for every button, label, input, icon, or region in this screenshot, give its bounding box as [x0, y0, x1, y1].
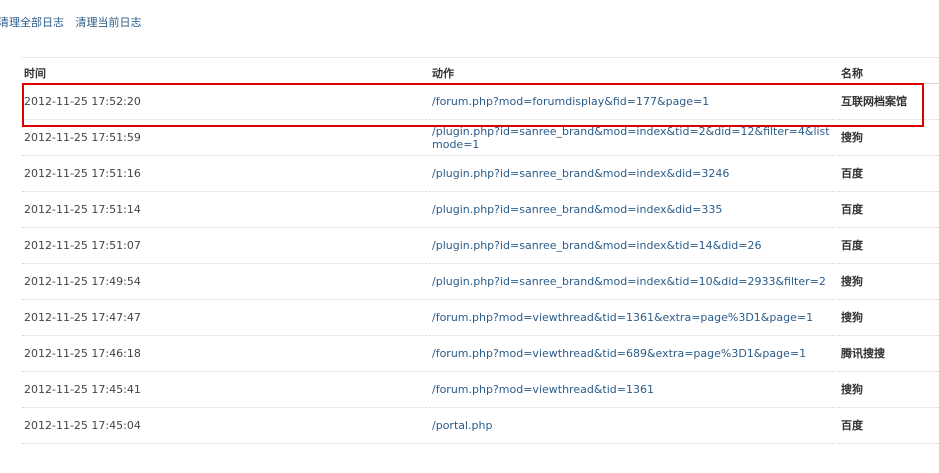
table-row: 2012-11-25 17:52:20 /forum.php?mod=forum…: [22, 83, 939, 120]
row-action-link[interactable]: /plugin.php?id=sanree_brand&mod=index&ti…: [432, 275, 839, 288]
row-action-cell: /plugin.php?id=sanree_brand&mod=index&di…: [430, 191, 839, 228]
row-time: 2012-11-25 17:45:04: [22, 407, 430, 444]
table-header-row: 时间 动作 名称: [22, 63, 939, 84]
row-action-link[interactable]: /forum.php?mod=viewthread&tid=1361&extra…: [432, 311, 839, 324]
row-time: 2012-11-25 17:46:18: [22, 335, 430, 372]
row-action-cell: /portal.php: [430, 407, 839, 444]
row-name: 腾讯搜搜: [839, 335, 939, 372]
log-actions: 清理全部日志 清理当前日志: [0, 14, 150, 30]
row-action-link[interactable]: /portal.php: [432, 419, 839, 432]
row-time: 2012-11-25 17:51:14: [22, 191, 430, 228]
row-action-link[interactable]: /plugin.php?id=sanree_brand&mod=index&di…: [432, 203, 839, 216]
table-row: 2012-11-25 17:51:07 /plugin.php?id=sanre…: [22, 227, 939, 264]
row-name: 搜狗: [839, 263, 939, 300]
row-time: 2012-11-25 17:51:07: [22, 227, 430, 264]
row-action-link[interactable]: /plugin.php?id=sanree_brand&mod=index&ti…: [432, 125, 839, 151]
row-action-cell: /forum.php?mod=viewthread&tid=689&extra=…: [430, 335, 839, 372]
row-name: 百度: [839, 155, 939, 192]
row-time: 2012-11-25 17:45:41: [22, 371, 430, 408]
row-name: 百度: [839, 407, 939, 444]
row-action-link[interactable]: /forum.php?mod=viewthread&tid=1361: [432, 383, 839, 396]
table-row: 2012-11-25 17:51:59 /plugin.php?id=sanre…: [22, 119, 939, 156]
row-time: 2012-11-25 17:47:47: [22, 299, 430, 336]
row-action-cell: /forum.php?mod=forumdisplay&fid=177&page…: [430, 83, 839, 120]
row-action-cell: /forum.php?mod=viewthread&tid=1361: [430, 371, 839, 408]
clear-all-logs-link[interactable]: 清理全部日志: [0, 16, 64, 29]
table-row: 2012-11-25 17:49:54 /plugin.php?id=sanre…: [22, 263, 939, 300]
table-row: 2012-11-25 17:51:14 /plugin.php?id=sanre…: [22, 191, 939, 228]
row-time: 2012-11-25 17:52:20: [22, 83, 430, 120]
row-action-cell: /plugin.php?id=sanree_brand&mod=index&ti…: [430, 119, 839, 156]
row-name: 搜狗: [839, 299, 939, 336]
row-action-cell: /plugin.php?id=sanree_brand&mod=index&di…: [430, 155, 839, 192]
row-action-link[interactable]: /forum.php?mod=viewthread&tid=689&extra=…: [432, 347, 839, 360]
row-action-cell: /forum.php?mod=viewthread&tid=1361&extra…: [430, 299, 839, 336]
table-row: 2012-11-25 17:47:47 /forum.php?mod=viewt…: [22, 299, 939, 336]
row-name: 搜狗: [839, 119, 939, 156]
table-row: 2012-11-25 17:46:18 /forum.php?mod=viewt…: [22, 335, 939, 372]
row-time: 2012-11-25 17:49:54: [22, 263, 430, 300]
row-time: 2012-11-25 17:51:16: [22, 155, 430, 192]
table-row: 2012-11-25 17:51:16 /plugin.php?id=sanre…: [22, 155, 939, 192]
row-name: 百度: [839, 227, 939, 264]
row-action-cell: /plugin.php?id=sanree_brand&mod=index&ti…: [430, 227, 839, 264]
table-row: 2012-11-25 17:45:04 /portal.php 百度: [22, 407, 939, 444]
column-header-name: 名称: [839, 63, 939, 84]
row-name: 百度: [839, 191, 939, 228]
row-action-link[interactable]: /plugin.php?id=sanree_brand&mod=index&di…: [432, 167, 839, 180]
row-action-link[interactable]: /forum.php?mod=forumdisplay&fid=177&page…: [432, 95, 839, 108]
row-name: 互联网档案馆: [839, 83, 939, 120]
row-time: 2012-11-25 17:51:59: [22, 119, 430, 156]
clear-current-logs-link[interactable]: 清理当前日志: [76, 16, 142, 29]
column-header-time: 时间: [22, 63, 430, 84]
table-row: 2012-11-25 17:45:41 /forum.php?mod=viewt…: [22, 371, 939, 408]
log-table: 时间 动作 名称 2012-11-25 17:52:20 /forum.php?…: [22, 63, 939, 444]
row-action-cell: /plugin.php?id=sanree_brand&mod=index&ti…: [430, 263, 839, 300]
row-name: 搜狗: [839, 371, 939, 408]
divider: [22, 57, 939, 58]
column-header-action: 动作: [430, 63, 839, 84]
row-action-link[interactable]: /plugin.php?id=sanree_brand&mod=index&ti…: [432, 239, 839, 252]
